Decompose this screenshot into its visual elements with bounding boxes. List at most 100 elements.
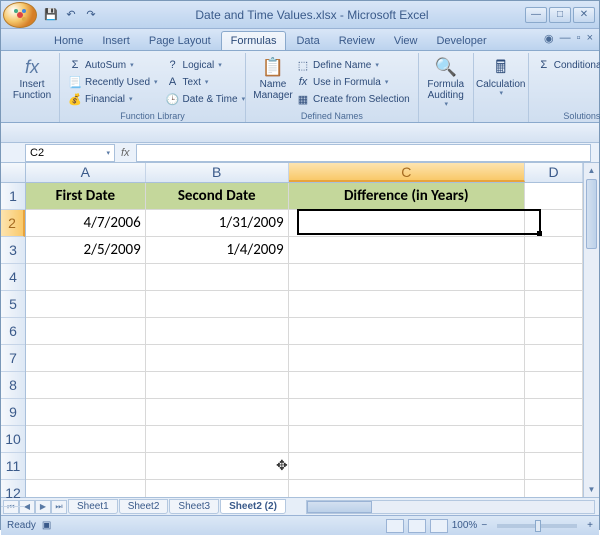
cell[interactable] (525, 453, 583, 480)
cells-area[interactable]: First DateSecond DateDifference (in Year… (26, 183, 583, 497)
row-header[interactable]: 6 (1, 318, 25, 345)
cell[interactable] (146, 264, 289, 291)
sheet-tab[interactable]: Sheet3 (169, 499, 219, 514)
row-header[interactable]: 11 (1, 453, 25, 480)
cell[interactable] (146, 318, 289, 345)
row-header[interactable]: 5 (1, 291, 25, 318)
undo-icon[interactable]: ↶ (63, 7, 79, 23)
tab-home[interactable]: Home (45, 32, 92, 50)
cell[interactable] (525, 183, 583, 210)
cell[interactable] (525, 291, 583, 318)
scroll-thumb[interactable] (586, 179, 597, 249)
formula-auditing-button[interactable]: 🔍 Formula Auditing▾ (425, 55, 467, 109)
cell[interactable] (146, 453, 289, 480)
cell[interactable] (289, 210, 525, 237)
sheet-tab[interactable]: Sheet1 (68, 499, 118, 514)
tab-view[interactable]: View (385, 32, 427, 50)
cell[interactable] (146, 399, 289, 426)
cell[interactable] (525, 426, 583, 453)
save-icon[interactable]: 💾 (43, 7, 59, 23)
cell[interactable] (289, 264, 525, 291)
define-name-button[interactable]: ⬚Define Name▾ (294, 57, 412, 73)
minimize-button[interactable]: — (525, 7, 547, 23)
tab-formulas[interactable]: Formulas (221, 31, 287, 50)
cell[interactable]: Difference (in Years) (289, 183, 525, 210)
tab-insert[interactable]: Insert (93, 32, 139, 50)
cell[interactable] (146, 345, 289, 372)
cell[interactable] (289, 345, 525, 372)
normal-view-button[interactable] (386, 519, 404, 533)
name-manager-button[interactable]: 📋 Name Manager (252, 55, 294, 107)
sheet-nav-last[interactable]: ⏭ (51, 500, 67, 514)
cell[interactable] (289, 426, 525, 453)
zoom-slider[interactable] (497, 524, 577, 528)
cell[interactable] (146, 372, 289, 399)
scroll-thumb[interactable] (307, 501, 372, 513)
zoom-out-button[interactable]: − (481, 520, 487, 531)
cell[interactable] (26, 372, 146, 399)
recently-used-button[interactable]: 📃Recently Used▾ (66, 74, 160, 90)
cell[interactable] (525, 210, 583, 237)
scroll-down-icon[interactable]: ▼ (584, 482, 599, 497)
cell[interactable]: 4/7/2006 (26, 210, 146, 237)
financial-button[interactable]: 💰Financial▾ (66, 91, 160, 107)
page-break-view-button[interactable] (430, 519, 448, 533)
cell[interactable] (26, 480, 146, 497)
name-box[interactable]: C2▾ (25, 144, 115, 162)
minimize-ribbon-icon[interactable]: — (560, 32, 571, 45)
close-workbook-icon[interactable]: × (587, 32, 593, 45)
logical-button[interactable]: ?Logical▾ (164, 57, 248, 73)
row-header[interactable]: 2 (1, 210, 25, 237)
row-header[interactable]: 10 (1, 426, 25, 453)
cell[interactable] (289, 399, 525, 426)
cell[interactable] (525, 399, 583, 426)
sheet-tab[interactable]: Sheet2 (119, 499, 169, 514)
tab-page-layout[interactable]: Page Layout (140, 32, 220, 50)
cell[interactable] (525, 372, 583, 399)
sheet-nav-next[interactable]: ▶ (35, 500, 51, 514)
use-in-formula-button[interactable]: fxUse in Formula▾ (294, 74, 412, 90)
restore-window-icon[interactable]: ▫ (577, 32, 581, 45)
chevron-down-icon[interactable]: ▾ (106, 149, 110, 157)
cell[interactable]: 2/5/2009 (26, 237, 146, 264)
cell[interactable] (26, 291, 146, 318)
cell[interactable] (289, 291, 525, 318)
create-from-selection-button[interactable]: ▦Create from Selection (294, 91, 412, 107)
row-header[interactable]: 1 (1, 183, 25, 210)
redo-icon[interactable]: ↷ (83, 7, 99, 23)
cell[interactable] (525, 345, 583, 372)
tab-developer[interactable]: Developer (427, 32, 495, 50)
scroll-up-icon[interactable]: ▲ (584, 163, 599, 178)
fx-icon[interactable]: fx (121, 147, 130, 159)
cell[interactable] (525, 264, 583, 291)
horizontal-scrollbar[interactable] (306, 500, 595, 514)
text-button[interactable]: AText▾ (164, 74, 248, 90)
cell[interactable] (146, 291, 289, 318)
vertical-scrollbar[interactable]: ▲ ▼ (583, 163, 599, 497)
cell[interactable]: 1/31/2009 (146, 210, 289, 237)
tab-data[interactable]: Data (287, 32, 328, 50)
cell[interactable]: First Date (26, 183, 146, 210)
close-button[interactable]: ✕ (573, 7, 595, 23)
column-header[interactable]: C (289, 163, 525, 182)
conditional-sum-button[interactable]: ΣConditional Sum (535, 57, 600, 73)
cell[interactable] (26, 264, 146, 291)
cell[interactable] (146, 426, 289, 453)
sheet-tab[interactable]: Sheet2 (2) (220, 499, 286, 514)
tab-review[interactable]: Review (330, 32, 384, 50)
help-icon[interactable]: ◉ (544, 32, 554, 45)
select-all-corner[interactable] (1, 163, 26, 183)
autosum-button[interactable]: ΣAutoSum▾ (66, 57, 160, 73)
column-header[interactable]: D (525, 163, 583, 182)
cell[interactable] (289, 453, 525, 480)
cell[interactable]: 1/4/2009 (146, 237, 289, 264)
row-header[interactable]: 4 (1, 264, 25, 291)
cell[interactable] (289, 480, 525, 497)
cell[interactable] (525, 318, 583, 345)
cell[interactable] (26, 426, 146, 453)
page-layout-view-button[interactable] (408, 519, 426, 533)
column-header[interactable]: B (146, 163, 289, 182)
cell[interactable] (525, 237, 583, 264)
cell[interactable] (26, 345, 146, 372)
row-header[interactable]: 8 (1, 372, 25, 399)
